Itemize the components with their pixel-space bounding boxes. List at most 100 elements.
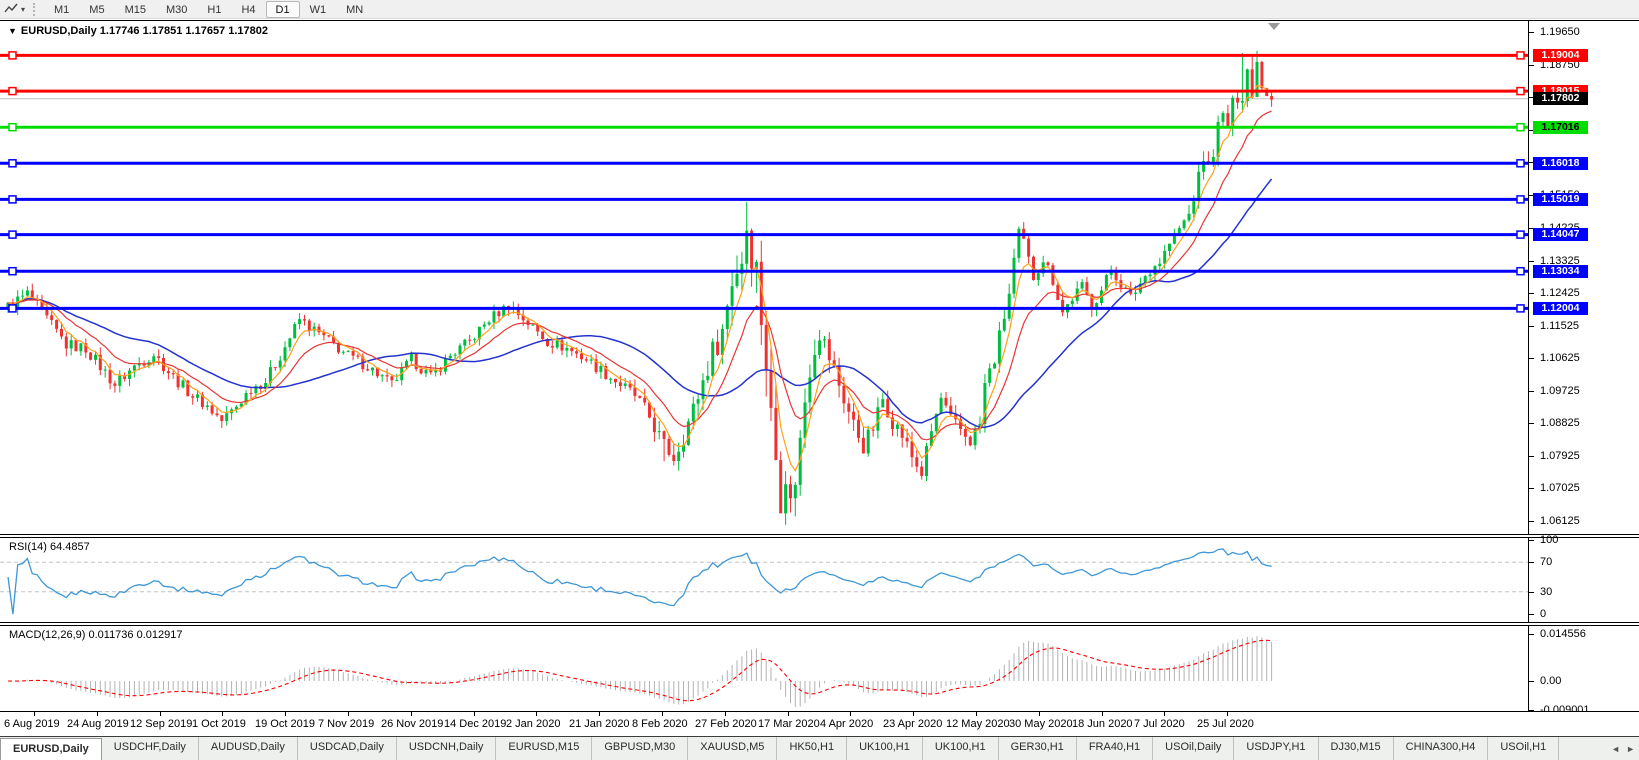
- macd-plot[interactable]: [0, 626, 1528, 711]
- price-tick-mark: [1529, 326, 1534, 327]
- chart-tab-usdchf-daily[interactable]: USDCHF,Daily: [102, 737, 199, 760]
- macd-panel: 0.014556 0.00 -0.009001: [0, 625, 1639, 716]
- chart-tab-uk100-h1[interactable]: UK100,H1: [847, 737, 923, 760]
- chart-tab-usdcnh-daily[interactable]: USDCNH,Daily: [397, 737, 497, 760]
- date-label: 14 Dec 2019: [444, 718, 507, 730]
- chart-tab-usdcad-daily[interactable]: USDCAD,Daily: [298, 737, 397, 760]
- rsi-tick-mark: [1529, 592, 1534, 593]
- date-label: 21 Jan 2020: [569, 718, 630, 730]
- date-tick-mark: [976, 712, 977, 716]
- timeframe-button-w1[interactable]: W1: [300, 1, 337, 18]
- chart-tab-usoil-daily[interactable]: USOil,Daily: [1153, 737, 1235, 760]
- chart-tab-usdjpy-h1[interactable]: USDJPY,H1: [1234, 737, 1319, 760]
- price-tick-mark: [1529, 391, 1534, 392]
- date-tick-mark: [34, 712, 35, 716]
- rsi-tick-label: 0: [1540, 608, 1547, 620]
- chart-tab-eurusd-daily[interactable]: EURUSD,Daily: [0, 738, 102, 760]
- macd-indicator-label: MACD(12,26,9) 0.011736 0.012917: [9, 629, 183, 641]
- chart-tab-dj30-m15[interactable]: DJ30,M15: [1319, 737, 1394, 760]
- price-tick-label: 1.06125: [1540, 515, 1580, 527]
- timeframe-button-mn[interactable]: MN: [336, 1, 373, 18]
- price-tick-mark: [1529, 261, 1534, 262]
- chart-tab-fra40-h1[interactable]: FRA40,H1: [1077, 737, 1154, 760]
- price-tick-mark: [1529, 521, 1534, 522]
- date-label: 4 Apr 2020: [820, 718, 874, 730]
- symbol-marker-icon: ▼: [8, 26, 17, 36]
- date-label: 19 Oct 2019: [255, 718, 315, 730]
- price-tick-label: 1.12425: [1540, 287, 1580, 299]
- rsi-plot[interactable]: [0, 538, 1528, 622]
- price-axis: 1.19650 1.18750 1.17850 1.16950 1.16050 …: [1528, 21, 1639, 534]
- date-tick-mark: [348, 712, 349, 716]
- price-tick-label: 1.07025: [1540, 482, 1580, 494]
- price-tick-mark: [1529, 32, 1534, 33]
- date-tick-mark: [222, 712, 223, 716]
- chart-tab-china300-h4[interactable]: CHINA300,H4: [1394, 737, 1489, 760]
- tab-scroll-buttons: ◄ ►: [1607, 737, 1639, 760]
- chart-tab-hk50-h1[interactable]: HK50,H1: [777, 737, 848, 760]
- polyline-chart-icon: [4, 3, 18, 13]
- price-tick-label: 1.09725: [1540, 385, 1580, 397]
- rsi-tick-label: 70: [1540, 556, 1553, 568]
- chart-tab-audusd-daily[interactable]: AUDUSD,Daily: [199, 737, 298, 760]
- timeframe-button-m30[interactable]: M30: [156, 1, 197, 18]
- date-label: 23 Apr 2020: [883, 718, 943, 730]
- chart-tab-eurusd-m15[interactable]: EURUSD,M15: [496, 737, 593, 760]
- chart-tab-uk100-h1[interactable]: UK100,H1: [923, 737, 999, 760]
- price-tick-label: 1.19650: [1540, 26, 1580, 38]
- macd-tick-label: 0.014556: [1540, 628, 1586, 640]
- chart-shift-triangle-icon[interactable]: [1268, 23, 1280, 30]
- date-tick-mark: [1227, 712, 1228, 716]
- rsi-panel: 100 70 30 0: [0, 534, 1639, 623]
- date-tick-mark: [850, 712, 851, 716]
- date-label: 17 Mar 2020: [758, 718, 820, 730]
- timeframe-button-h4[interactable]: H4: [231, 1, 265, 18]
- price-chart-plot[interactable]: [0, 21, 1528, 534]
- price-tick-mark: [1529, 488, 1534, 489]
- timeframe-buttons: M1 M5 M15 M30 H1 H4 D1 W1 MN: [44, 0, 373, 18]
- current-price-badge: 1.17802: [1533, 92, 1588, 105]
- price-level-badge: 1.17016: [1533, 121, 1588, 134]
- date-label: 2 Jan 2020: [506, 718, 561, 730]
- timeframe-toolbar: ▾ M1 M5 M15 M30 H1 H4 D1 W1 MN: [0, 0, 1639, 19]
- chart-tab-gbpusd-m30[interactable]: GBPUSD,M30: [592, 737, 689, 760]
- date-label: 30 May 2020: [1009, 718, 1073, 730]
- price-level-badge: 1.16018: [1533, 157, 1588, 170]
- chart-tab-ger30-h1[interactable]: GER30,H1: [999, 737, 1077, 760]
- timeframe-button-d1[interactable]: D1: [265, 0, 300, 18]
- date-label: 18 Jun 2020: [1072, 718, 1133, 730]
- price-tick-mark: [1529, 65, 1534, 66]
- timeframe-button-h1[interactable]: H1: [197, 1, 231, 18]
- date-tick-mark: [788, 712, 789, 716]
- rsi-axis: 100 70 30 0: [1528, 534, 1639, 622]
- main-chart-panel: 1.19650 1.18750 1.17850 1.16950 1.16050 …: [0, 20, 1639, 535]
- macd-axis: 0.014556 0.00 -0.009001: [1528, 626, 1639, 716]
- timeframe-button-m15[interactable]: M15: [115, 1, 156, 18]
- tab-scroll-right-icon[interactable]: ►: [1626, 744, 1635, 754]
- toolbar-grip-handle[interactable]: [33, 2, 38, 16]
- chart-tab-xauusd-m5[interactable]: XAUUSD,M5: [688, 737, 778, 760]
- chart-tab-usoil-h1[interactable]: USOil,H1: [1488, 737, 1560, 760]
- date-axis: 6 Aug 2019 24 Aug 2019 12 Sep 2019 1 Oct…: [0, 712, 1639, 735]
- rsi-tick-mark: [1529, 614, 1534, 615]
- price-tick-mark: [1529, 423, 1534, 424]
- price-level-badge: 1.12004: [1533, 302, 1588, 315]
- price-tick-label: 1.10625: [1540, 352, 1580, 364]
- tab-scroll-left-icon[interactable]: ◄: [1611, 744, 1620, 754]
- trading-app-window: ▾ M1 M5 M15 M30 H1 H4 D1 W1 MN 1.19650 1.18750 1…: [0, 0, 1639, 760]
- date-label: 1 Oct 2019: [192, 718, 246, 730]
- date-tick-mark: [97, 712, 98, 716]
- rsi-tick-label: 100: [1540, 534, 1559, 546]
- date-label: 26 Nov 2019: [381, 718, 444, 730]
- timeframe-button-m1[interactable]: M1: [44, 1, 79, 18]
- chart-type-button[interactable]: ▾: [0, 0, 31, 19]
- date-tick-mark: [913, 712, 914, 716]
- date-label: 7 Nov 2019: [318, 718, 375, 730]
- date-label: 25 Jul 2020: [1197, 718, 1254, 730]
- date-label: 24 Aug 2019: [67, 718, 129, 730]
- date-tick-mark: [662, 712, 663, 716]
- price-level-badge: 1.19004: [1533, 49, 1588, 62]
- date-label: 12 May 2020: [946, 718, 1010, 730]
- timeframe-button-m5[interactable]: M5: [79, 1, 114, 18]
- rsi-tick-mark: [1529, 540, 1534, 541]
